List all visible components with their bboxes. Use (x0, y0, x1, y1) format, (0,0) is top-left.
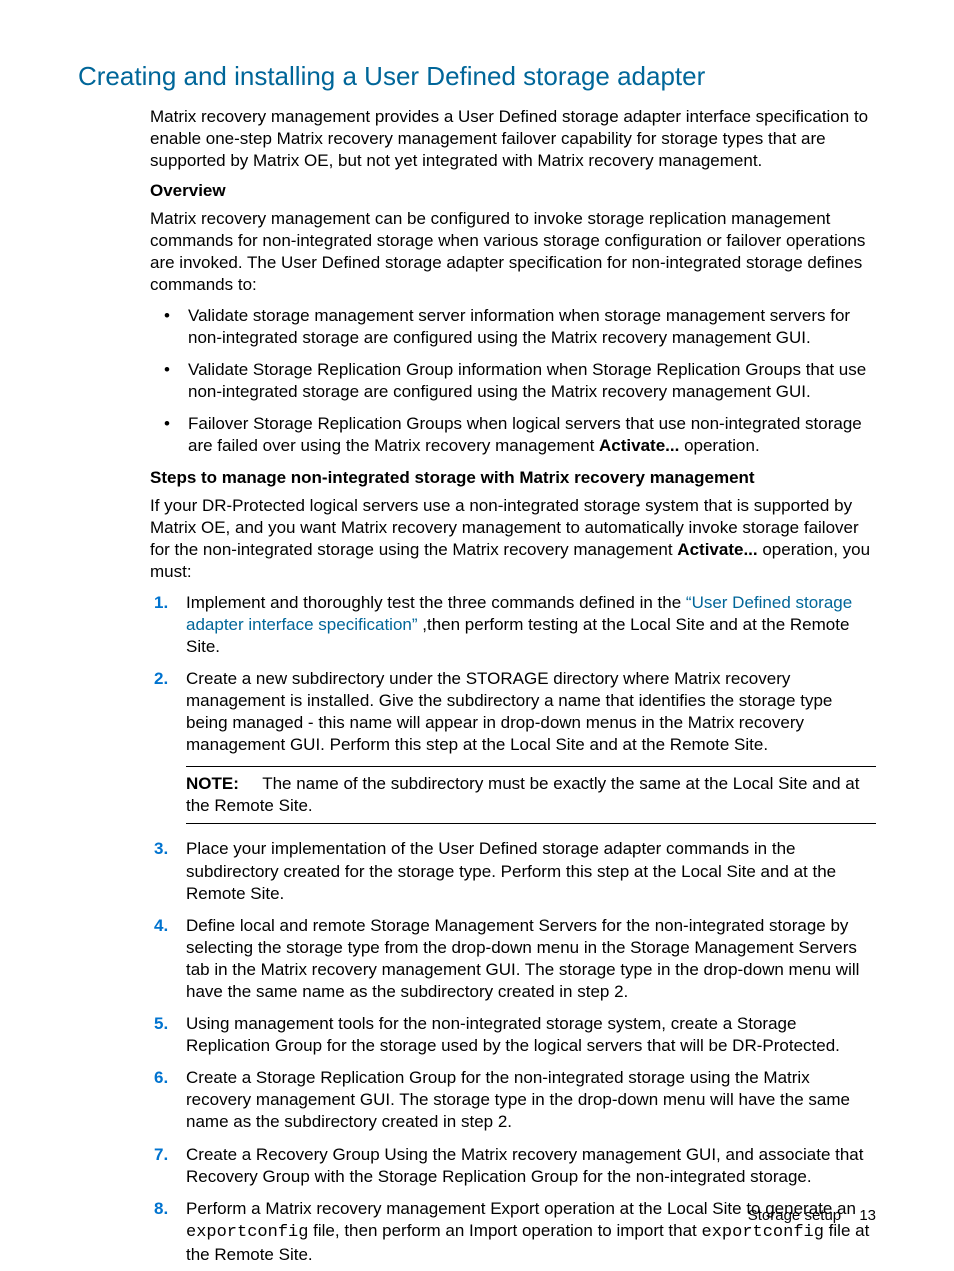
step-list: Implement and thoroughly test the three … (150, 592, 876, 1266)
page-heading: Creating and installing a User Defined s… (78, 60, 876, 94)
overview-paragraph: Matrix recovery management can be config… (150, 208, 876, 296)
steps-heading: Steps to manage non-integrated storage w… (150, 467, 876, 489)
bold-text: Activate... (677, 540, 757, 559)
step-item: Create a Storage Replication Group for t… (150, 1067, 876, 1133)
step-item: Define local and remote Storage Manageme… (150, 915, 876, 1003)
note-label: NOTE: (186, 774, 239, 793)
note-text: The name of the subdirectory must be exa… (186, 774, 859, 815)
bullet-text: operation. (679, 436, 759, 455)
bold-text: Activate... (599, 436, 679, 455)
step-item: Create a new subdirectory under the STOR… (150, 668, 876, 825)
mono-text: exportconfig (702, 1223, 824, 1242)
note-block: NOTE: The name of the subdirectory must … (186, 766, 876, 824)
footer-section: Storage setup (748, 1207, 841, 1224)
page-footer: Storage setup 13 (748, 1206, 876, 1226)
bullet-text: Failover Storage Replication Groups when… (188, 414, 862, 455)
overview-bullets: Validate storage management server infor… (150, 305, 876, 458)
overview-heading: Overview (150, 180, 876, 202)
bullet-item: Validate Storage Replication Group infor… (158, 359, 876, 403)
step-item: Create a Recovery Group Using the Matrix… (150, 1144, 876, 1188)
step-item: Implement and thoroughly test the three … (150, 592, 876, 658)
footer-page-number: 13 (859, 1207, 876, 1224)
bullet-item: Failover Storage Replication Groups when… (158, 413, 876, 457)
step-text: Create a new subdirectory under the STOR… (186, 669, 832, 754)
steps-intro: If your DR-Protected logical servers use… (150, 495, 876, 583)
step-text: file, then perform an Import operation t… (308, 1221, 701, 1240)
step-text: Implement and thoroughly test the three … (186, 593, 686, 612)
mono-text: exportconfig (186, 1223, 308, 1242)
step-item: Place your implementation of the User De… (150, 838, 876, 904)
bullet-item: Validate storage management server infor… (158, 305, 876, 349)
step-item: Using management tools for the non-integ… (150, 1013, 876, 1057)
intro-paragraph: Matrix recovery management provides a Us… (150, 106, 876, 172)
